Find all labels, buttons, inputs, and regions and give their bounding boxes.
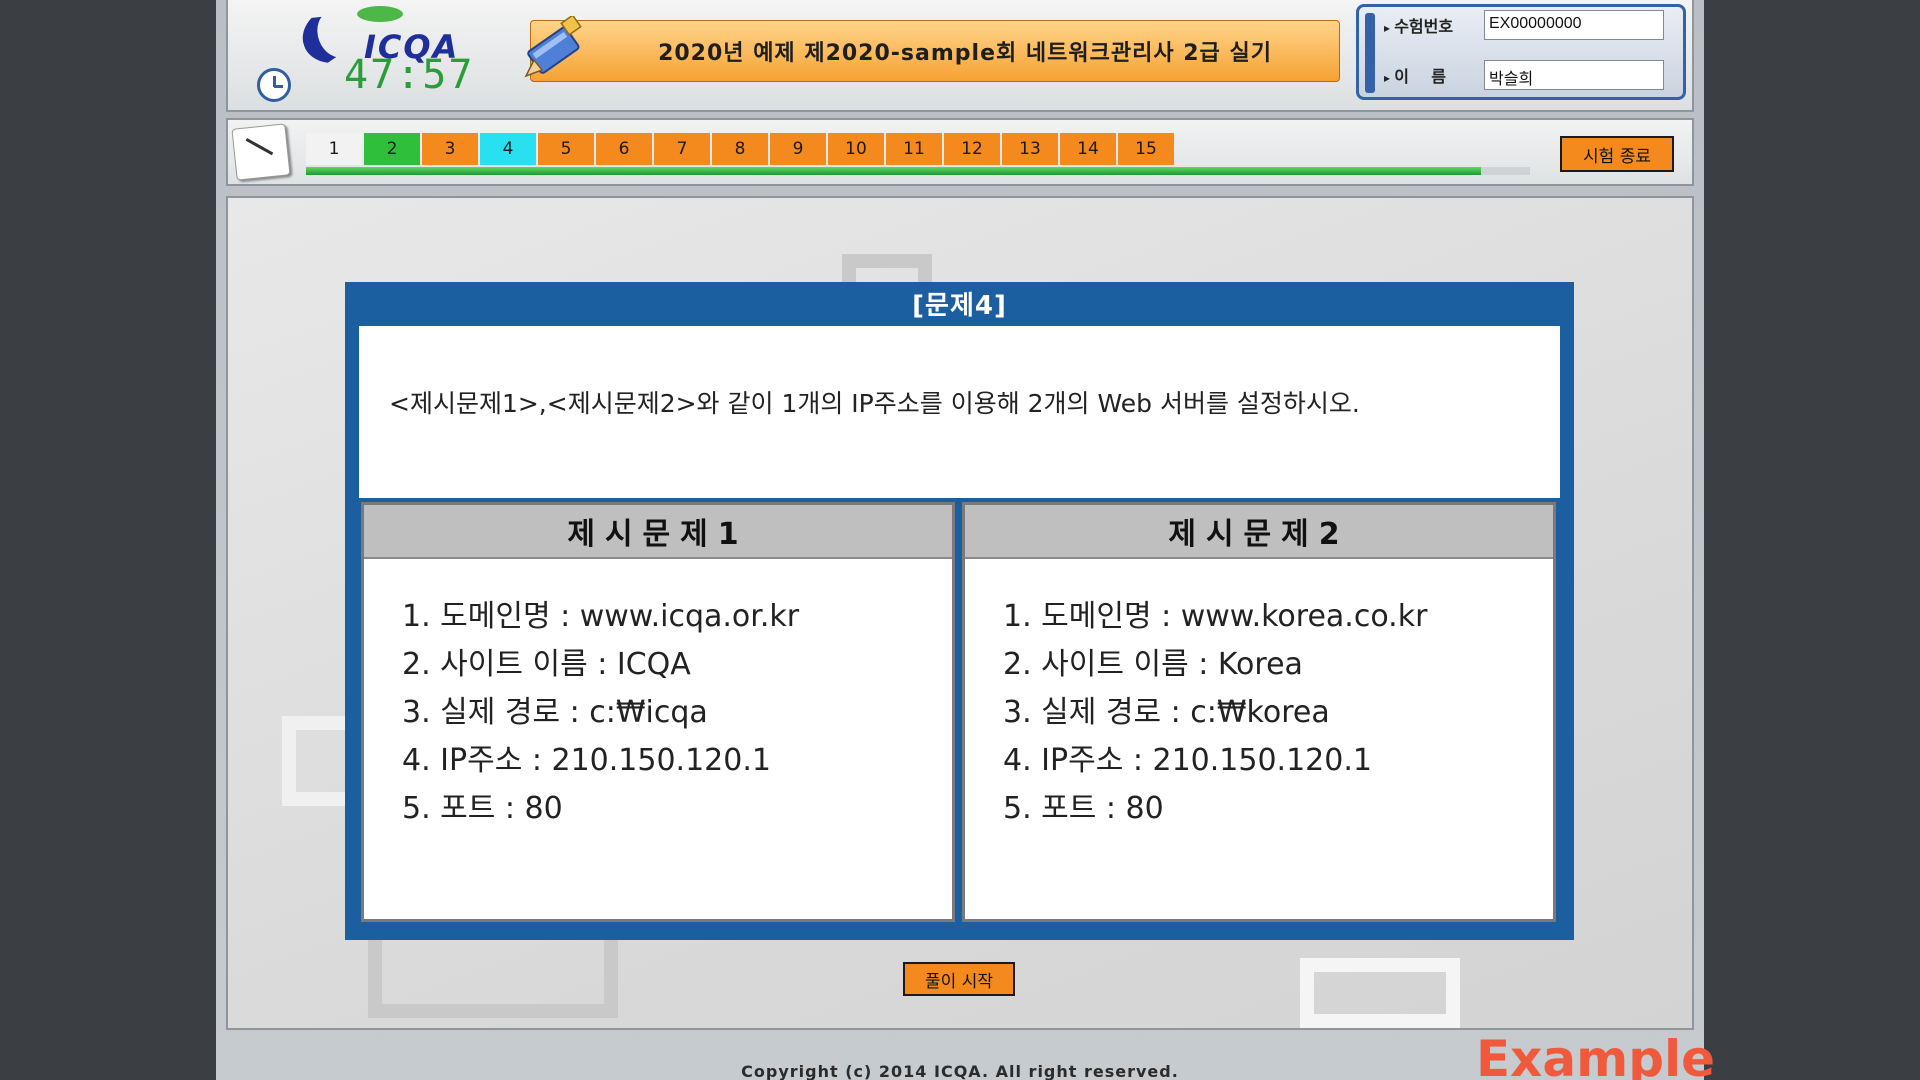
question-button-14[interactable]: 14 <box>1060 133 1116 165</box>
question-button-12[interactable]: 12 <box>944 133 1000 165</box>
card-item: 4. IP주소 : 210.150.120.1 <box>402 743 771 778</box>
card-item: 5. 포트 : 80 <box>402 791 563 826</box>
card-heading: 제시문제2 <box>965 505 1553 559</box>
question-button-10[interactable]: 10 <box>828 133 884 165</box>
candidate-number-row: 수험번호 EX00000000 <box>1384 10 1664 40</box>
question-button-15[interactable]: 15 <box>1118 133 1174 165</box>
progress-track <box>306 167 1530 175</box>
exam-title: 2020년 예제 제2020-sample회 네트워크관리사 2급 실기 <box>658 41 1272 66</box>
question-button-4[interactable]: 4 <box>480 133 536 165</box>
candidate-name-field: 박슬희 <box>1484 60 1664 90</box>
problem-prompt-box: <제시문제1>,<제시문제2>와 같이 1개의 IP주소를 이용해 2개의 We… <box>359 326 1560 498</box>
question-buttons: 1 2 3 4 5 6 7 8 9 10 11 12 13 14 15 <box>306 133 1174 165</box>
card-items: 1. 도메인명 : www.icqa.or.kr 2. 사이트 이름 : ICQ… <box>364 559 952 833</box>
card-item: 3. 실제 경로 : c:₩korea <box>1003 695 1330 730</box>
problem-panel: [문제4] <제시문제1>,<제시문제2>와 같이 1개의 IP주소를 이용해 … <box>345 282 1574 940</box>
card-item: 1. 도메인명 : www.icqa.or.kr <box>402 599 800 634</box>
start-solving-button[interactable]: 풀이 시작 <box>903 962 1015 996</box>
question-button-11[interactable]: 11 <box>886 133 942 165</box>
problem-prompt: <제시문제1>,<제시문제2>와 같이 1개의 IP주소를 이용해 2개의 We… <box>389 389 1360 418</box>
candidate-number-field: EX00000000 <box>1484 10 1664 40</box>
card-heading: 제시문제1 <box>364 505 952 559</box>
question-button-3[interactable]: 3 <box>422 133 478 165</box>
card-item: 2. 사이트 이름 : Korea <box>1003 647 1303 682</box>
example-watermark: Example <box>1476 1030 1716 1080</box>
question-button-6[interactable]: 6 <box>596 133 652 165</box>
card-item: 3. 실제 경로 : c:₩icqa <box>402 695 708 730</box>
candidate-name-row: 이 름 박슬희 <box>1384 60 1664 90</box>
card-items: 1. 도메인명 : www.korea.co.kr 2. 사이트 이름 : Ko… <box>965 559 1553 833</box>
pencil-icon <box>524 16 582 78</box>
question-button-8[interactable]: 8 <box>712 133 768 165</box>
question-button-9[interactable]: 9 <box>770 133 826 165</box>
card-item: 4. IP주소 : 210.150.120.1 <box>1003 743 1372 778</box>
info-panel-accent <box>1365 13 1375 93</box>
decor-square <box>1300 958 1460 1028</box>
given-problem-card-2: 제시문제2 1. 도메인명 : www.korea.co.kr 2. 사이트 이… <box>962 502 1556 922</box>
end-exam-button[interactable]: 시험 종료 <box>1560 136 1674 172</box>
question-button-13[interactable]: 13 <box>1002 133 1058 165</box>
card-item: 2. 사이트 이름 : ICQA <box>402 647 691 682</box>
question-button-7[interactable]: 7 <box>654 133 710 165</box>
question-button-5[interactable]: 5 <box>538 133 594 165</box>
clock-icon <box>257 68 291 102</box>
card-item: 5. 포트 : 80 <box>1003 791 1164 826</box>
problem-title: [문제4] <box>912 290 1007 321</box>
countdown-timer: 47:57 <box>344 52 475 98</box>
candidate-name-label: 이 름 <box>1384 63 1484 87</box>
icqa-logo-leaf-icon <box>357 6 403 22</box>
card-item: 1. 도메인명 : www.korea.co.kr <box>1003 599 1428 634</box>
progress-fill <box>306 167 1482 175</box>
given-problem-card-1: 제시문제1 1. 도메인명 : www.icqa.or.kr 2. 사이트 이름… <box>361 502 955 922</box>
memo-icon[interactable] <box>231 123 291 181</box>
candidate-number-label: 수험번호 <box>1384 13 1484 37</box>
question-button-1[interactable]: 1 <box>306 133 362 165</box>
exam-title-banner: 2020년 예제 제2020-sample회 네트워크관리사 2급 실기 <box>530 20 1340 82</box>
question-button-2[interactable]: 2 <box>364 133 420 165</box>
